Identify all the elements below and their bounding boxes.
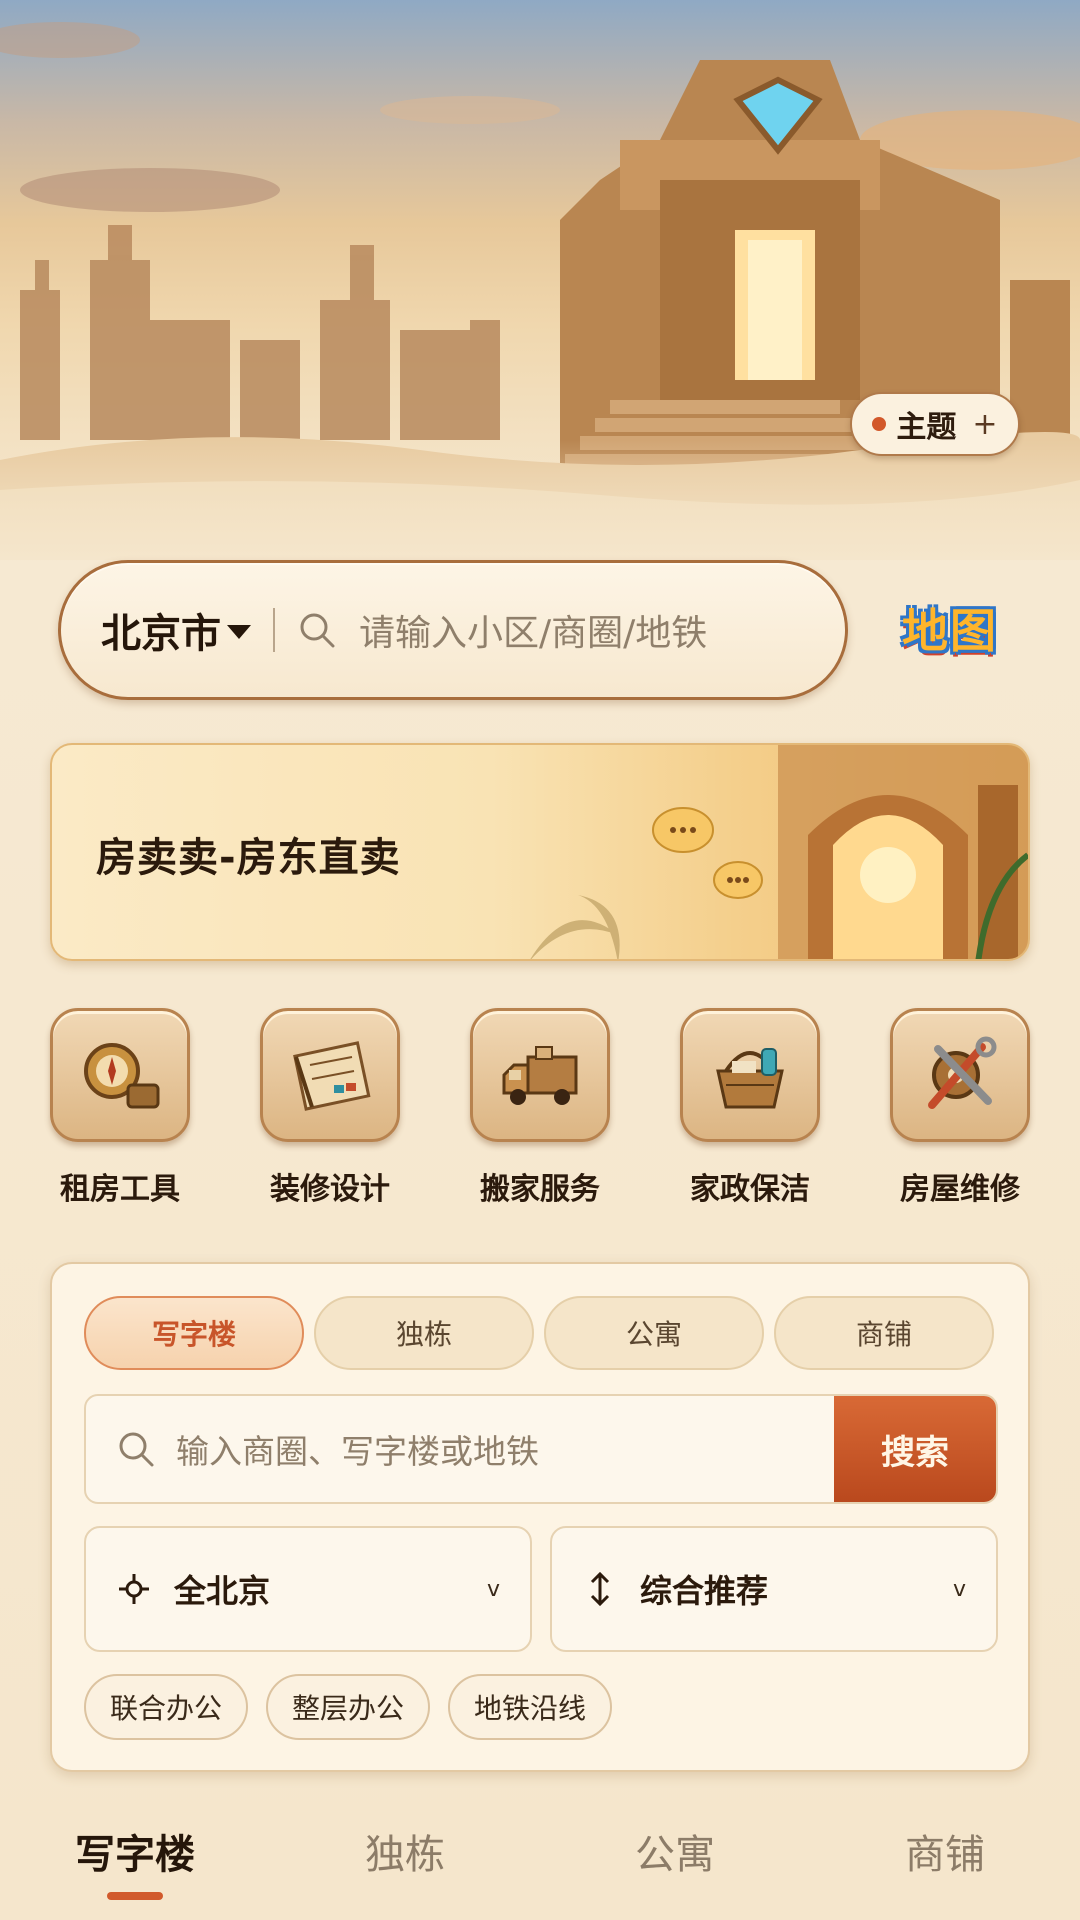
top-search-bar[interactable]: 北京市 请输入小区/商圈/地铁 [58, 560, 848, 700]
segment-standalone[interactable]: 独栋 [314, 1296, 534, 1370]
city-selector[interactable]: 北京市 [101, 601, 221, 659]
location-crosshair-icon [119, 1574, 149, 1604]
bottom-tab-bar: 写字楼 独栋 公寓 商铺 [0, 1808, 1080, 1920]
property-search-bar: 输入商圈、写字楼或地铁 搜索 [84, 1394, 998, 1504]
property-type-segments: 写字楼 独栋 公寓 商铺 [84, 1296, 994, 1370]
tab-apartment[interactable]: 公寓 [540, 1808, 810, 1920]
service-item[interactable]: 家政保洁 [680, 1008, 820, 1208]
tab-label: 写字楼 [75, 1832, 195, 1878]
service-item[interactable]: 租房工具 [50, 1008, 190, 1208]
active-tab-indicator [107, 1892, 163, 1900]
tab-label: 公寓 [635, 1832, 715, 1878]
sort-label: 综合推荐 [640, 1572, 769, 1610]
compass-tools-icon [50, 1008, 190, 1142]
divider [273, 608, 275, 652]
banner-title: 房卖卖-房东直卖 [96, 835, 401, 881]
tab-office[interactable]: 写字楼 [0, 1808, 270, 1920]
hero-fade [0, 440, 1080, 560]
search-button[interactable]: 搜索 [834, 1396, 996, 1502]
theme-label: 主题 [896, 410, 957, 445]
quick-filter-chips: 联合办公 整层办公 地铁沿线 [84, 1674, 613, 1740]
segment-shop[interactable]: 商铺 [774, 1296, 994, 1370]
chip-coworking[interactable]: 联合办公 [84, 1674, 249, 1740]
sort-dropdown[interactable]: 综合推荐 v [550, 1526, 998, 1652]
search-input[interactable]: 请输入小区/商圈/地铁 [359, 604, 707, 656]
service-label: 装修设计 [270, 1172, 390, 1207]
plus-icon: + [972, 406, 998, 442]
segment-apartment[interactable]: 公寓 [544, 1296, 764, 1370]
service-item[interactable]: 装修设计 [260, 1008, 400, 1208]
region-dropdown[interactable]: 全北京 v [84, 1526, 532, 1652]
service-label: 房屋维修 [900, 1172, 1020, 1207]
service-label: 租房工具 [60, 1172, 180, 1207]
chevron-down-icon: v [486, 1576, 500, 1602]
moving-truck-icon [470, 1008, 610, 1142]
search-icon [300, 613, 335, 648]
segment-office[interactable]: 写字楼 [84, 1296, 304, 1370]
region-label: 全北京 [174, 1572, 271, 1610]
service-item[interactable]: 房屋维修 [890, 1008, 1030, 1208]
map-logo-label: 地图 [902, 604, 998, 658]
chevron-down-icon: v [952, 1576, 966, 1602]
cleaning-basket-icon [680, 1008, 820, 1142]
service-label: 家政保洁 [690, 1172, 810, 1207]
map-button[interactable]: 地图 [882, 598, 1018, 664]
banner-arch-illustration [530, 745, 1028, 959]
promo-banner[interactable]: 房卖卖-房东直卖 [50, 743, 1030, 961]
theme-dot-icon [872, 417, 887, 431]
property-search-input[interactable]: 输入商圈、写字楼或地铁 [176, 1425, 834, 1473]
search-icon [119, 1432, 154, 1467]
service-item[interactable]: 搬家服务 [470, 1008, 610, 1208]
sort-arrows-icon [590, 1571, 610, 1607]
caret-down-icon[interactable] [227, 625, 251, 639]
service-grid: 租房工具 装修设计 搬家服务 家政保洁 房屋维修 [50, 1008, 1030, 1208]
theme-button[interactable]: 主题 + [850, 392, 1020, 456]
repair-tools-icon [890, 1008, 1030, 1142]
tab-shop[interactable]: 商铺 [810, 1808, 1080, 1920]
tab-standalone[interactable]: 独栋 [270, 1808, 540, 1920]
app-page: 主题 + 北京市 请输入小区/商圈/地铁 地图 房卖卖-房东直卖 租房工具 装修… [0, 0, 1080, 1920]
tab-label: 商铺 [905, 1832, 985, 1878]
property-filter-card: 写字楼 独栋 公寓 商铺 输入商圈、写字楼或地铁 搜索 全北京 v 综合推荐 v… [50, 1262, 1030, 1772]
tab-label: 独栋 [365, 1832, 445, 1878]
hero-banner: 主题 + [0, 0, 1080, 560]
chip-near-subway[interactable]: 地铁沿线 [448, 1674, 613, 1740]
chip-full-floor[interactable]: 整层办公 [266, 1674, 431, 1740]
blueprint-icon [260, 1008, 400, 1142]
service-label: 搬家服务 [480, 1172, 600, 1207]
